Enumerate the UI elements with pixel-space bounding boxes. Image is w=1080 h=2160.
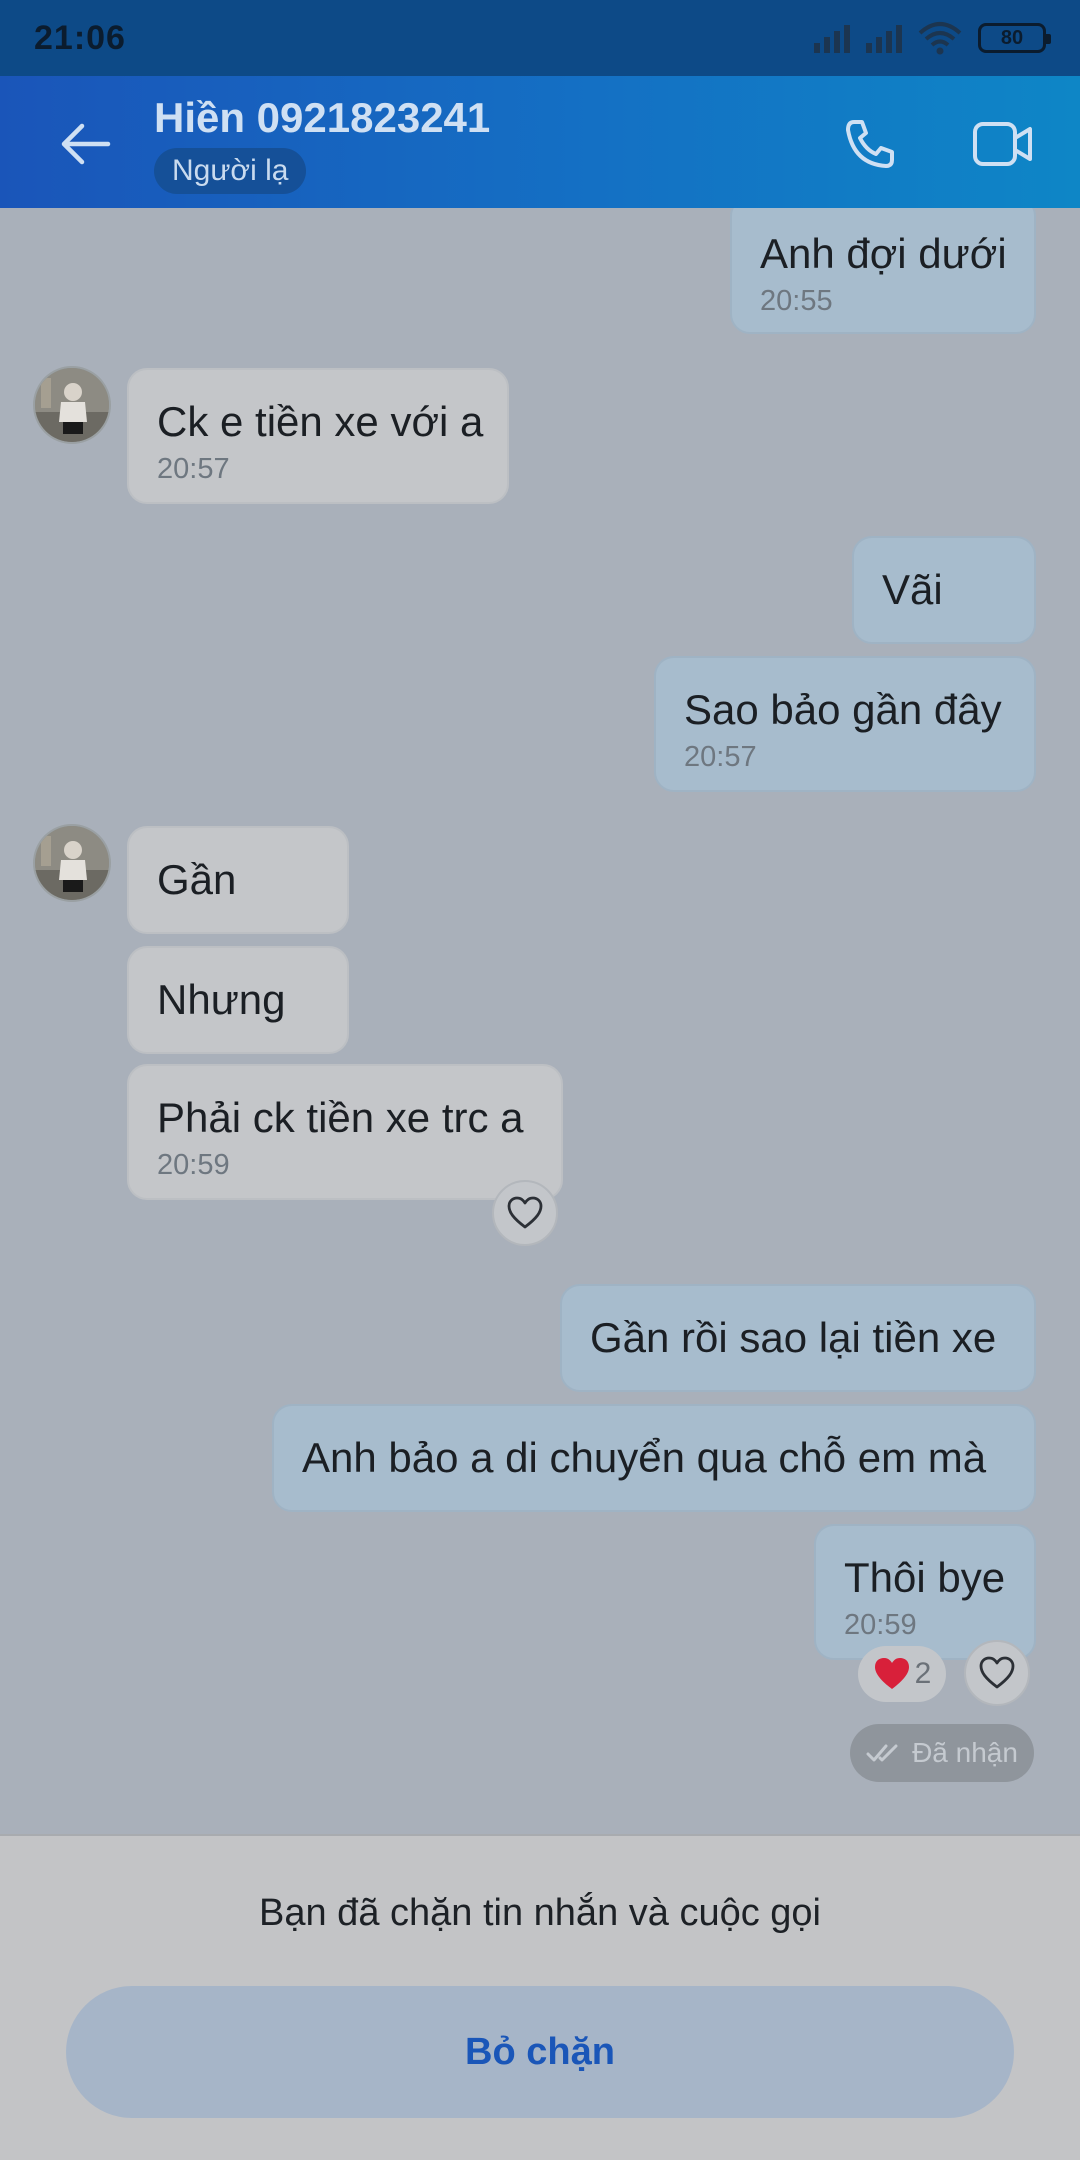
message-bubble-outgoing[interactable]: Vãi xyxy=(852,536,1036,644)
message-time: 20:59 xyxy=(844,1609,917,1641)
message-text: Thôi bye xyxy=(844,1554,1006,1601)
voice-call-button[interactable] xyxy=(842,116,898,172)
message-time: 20:57 xyxy=(157,453,230,485)
back-button[interactable] xyxy=(56,114,116,174)
heart-outline-icon xyxy=(507,1196,543,1229)
avatar[interactable] xyxy=(33,824,111,902)
status-bar: 21:06 80 xyxy=(0,0,1080,76)
contact-avatar-photo xyxy=(35,368,109,442)
message-text: Nhưng xyxy=(157,976,286,1023)
phone-icon xyxy=(846,120,894,168)
contact-name[interactable]: Hiền 0921823241 xyxy=(154,94,490,142)
message-text: Phải ck tiền xe trc a xyxy=(157,1094,524,1141)
message-text: Anh bảo a di chuyển qua chỗ em mà xyxy=(302,1434,987,1481)
double-check-icon xyxy=(866,1744,898,1762)
message-bubble-incoming[interactable]: Ck e tiền xe với a 20:57 xyxy=(127,368,509,504)
heart-emoji-icon xyxy=(874,1658,909,1689)
message-text: Anh đợi dưới xyxy=(760,230,1007,277)
message-bubble-outgoing[interactable]: Anh đợi dưới 20:55 xyxy=(730,208,1036,334)
delivery-status-text: Đã nhận xyxy=(912,1737,1018,1768)
message-list[interactable]: Anh đợi dưới 20:55 Ck e tiền xe với a 20… xyxy=(0,208,1080,1834)
message-text: Gần rồi sao lại tiền xe xyxy=(590,1314,997,1361)
reaction-summary[interactable]: 2 xyxy=(858,1646,946,1702)
stranger-badge: Người lạ xyxy=(154,148,307,194)
back-arrow-icon xyxy=(61,123,111,165)
message-bubble-outgoing[interactable]: Gần rồi sao lại tiền xe xyxy=(560,1284,1036,1392)
contact-avatar-photo xyxy=(35,826,109,900)
signal-icon xyxy=(814,23,850,53)
message-time: 20:59 xyxy=(157,1149,230,1181)
message-time: 20:57 xyxy=(684,741,757,773)
blocked-notice: Bạn đã chặn tin nhắn và cuộc gọi xyxy=(259,1892,821,1934)
message-bubble-incoming[interactable]: Nhưng xyxy=(127,946,349,1054)
react-button[interactable] xyxy=(964,1640,1030,1706)
message-bubble-outgoing[interactable]: Sao bảo gần đây 20:57 xyxy=(654,656,1036,792)
avatar[interactable] xyxy=(33,366,111,444)
delivery-status-badge: Đã nhận xyxy=(850,1724,1034,1782)
message-bubble-incoming[interactable]: Gần xyxy=(127,826,349,934)
message-time: 20:55 xyxy=(760,285,833,317)
video-camera-icon xyxy=(973,122,1032,166)
heart-outline-icon xyxy=(979,1656,1015,1689)
message-bubble-incoming[interactable]: Phải ck tiền xe trc a 20:59 xyxy=(127,1064,563,1200)
reaction-count: 2 xyxy=(914,1657,932,1690)
message-bubble-outgoing[interactable]: Anh bảo a di chuyển qua chỗ em mà xyxy=(272,1404,1036,1512)
status-icons: 80 xyxy=(814,21,1051,55)
unblock-button[interactable]: Bỏ chặn xyxy=(66,1986,1014,2118)
video-call-button[interactable] xyxy=(972,118,1034,170)
battery-icon: 80 xyxy=(978,23,1051,53)
blocked-panel: Bạn đã chặn tin nhắn và cuộc gọi Bỏ chặn xyxy=(0,1834,1080,2160)
status-time: 21:06 xyxy=(34,18,126,57)
chat-header: Hiền 0921823241 Người lạ xyxy=(0,76,1080,208)
message-text: Gần xyxy=(157,856,237,903)
react-button[interactable] xyxy=(492,1180,558,1246)
battery-level: 80 xyxy=(1000,26,1024,49)
message-text: Ck e tiền xe với a xyxy=(157,398,484,445)
message-text: Vãi xyxy=(882,566,943,613)
wifi-icon xyxy=(918,22,962,55)
message-text: Sao bảo gần đây xyxy=(684,686,1002,733)
signal-icon xyxy=(866,23,902,53)
